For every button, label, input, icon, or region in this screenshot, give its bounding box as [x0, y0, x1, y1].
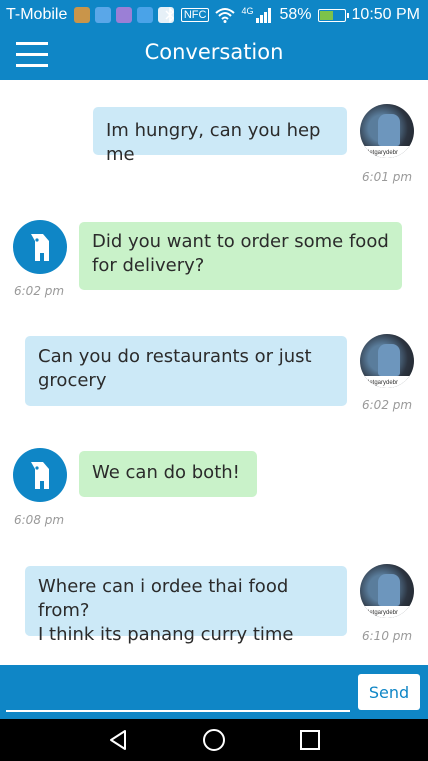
app-bar: Conversation — [0, 30, 428, 80]
message-text-line: Did you want to order some food — [92, 231, 389, 252]
send-button[interactable]: Send — [358, 674, 420, 710]
message-text-line: for delivery? — [92, 255, 205, 276]
avatar-watermark: letgarydebr — [368, 150, 399, 156]
conversation-list[interactable]: Im hungry, can you hep me letgarydebr 6:… — [0, 80, 428, 665]
user-avatar[interactable]: letgarydebr — [360, 104, 414, 158]
bot-message-bubble: We can do both! — [79, 451, 257, 497]
back-icon[interactable] — [106, 728, 130, 752]
bot-message-bubble: Did you want to order some food for deli… — [79, 222, 402, 290]
notification-app-icon — [95, 7, 111, 23]
message-composer: Send — [0, 665, 428, 719]
message-text-line: Can you do restaurants or just — [38, 346, 312, 367]
battery-fill — [319, 10, 334, 20]
carrier-name: T-Mobile — [6, 6, 68, 23]
message-timestamp: 6:02 pm — [14, 284, 65, 298]
message-text-line: Where can i ordee thai food from? — [38, 576, 289, 621]
hamburger-bar — [16, 64, 48, 67]
signal-icon — [256, 8, 272, 23]
system-navigation-bar — [0, 719, 428, 761]
home-icon[interactable] — [202, 728, 226, 752]
message-text: We can do both! — [92, 462, 240, 483]
user-avatar[interactable]: letgarydebr — [360, 564, 414, 618]
message-text-line: I think its panang curry time — [38, 624, 294, 645]
bluetooth-icon — [165, 7, 174, 23]
clock: 10:50 PM — [351, 6, 420, 23]
message-timestamp: 6:08 pm — [14, 513, 65, 527]
bot-avatar — [13, 220, 67, 274]
network-type: 4G — [241, 6, 254, 16]
user-message-bubble: Can you do restaurants or just grocery — [25, 336, 347, 406]
recents-icon[interactable] — [298, 728, 322, 752]
user-avatar[interactable]: letgarydebr — [360, 334, 414, 388]
avatar-watermark: letgarydebr — [368, 380, 399, 386]
bot-avatar — [13, 448, 67, 502]
user-message-bubble: Where can i ordee thai food from? I thin… — [25, 566, 347, 645]
user-message-bubble: Im hungry, can you hep me — [93, 107, 347, 165]
message-input[interactable] — [6, 677, 350, 707]
battery-percent: 58% — [279, 6, 312, 23]
avatar-figure — [378, 574, 400, 606]
message-timestamp: 6:02 pm — [362, 398, 413, 412]
avatar-watermark: letgarydebr — [368, 610, 399, 616]
notification-icons — [74, 7, 174, 23]
page-title: Conversation — [144, 40, 284, 64]
notification-app-icon — [74, 7, 90, 23]
system-status: NFC 4G 58% 10:50 PM — [165, 6, 420, 24]
twitter-icon — [137, 7, 153, 23]
message-text-line: grocery — [38, 370, 107, 391]
message-timestamp: 6:01 pm — [362, 170, 413, 184]
bot-logo-icon — [31, 462, 49, 489]
notification-app-icon — [116, 7, 132, 23]
avatar-figure — [378, 344, 400, 376]
message-timestamp: 6:10 pm — [362, 629, 413, 643]
wifi-icon — [215, 8, 236, 23]
status-bar: T-Mobile NFC 4G 58% 10:50 PM — [0, 0, 428, 30]
nfc-icon: NFC — [180, 8, 210, 22]
bot-logo-icon — [31, 234, 49, 261]
avatar-figure — [378, 114, 400, 146]
message-text: Im hungry, can you hep me — [106, 120, 321, 165]
battery-icon — [317, 8, 349, 22]
input-underline — [6, 710, 350, 712]
